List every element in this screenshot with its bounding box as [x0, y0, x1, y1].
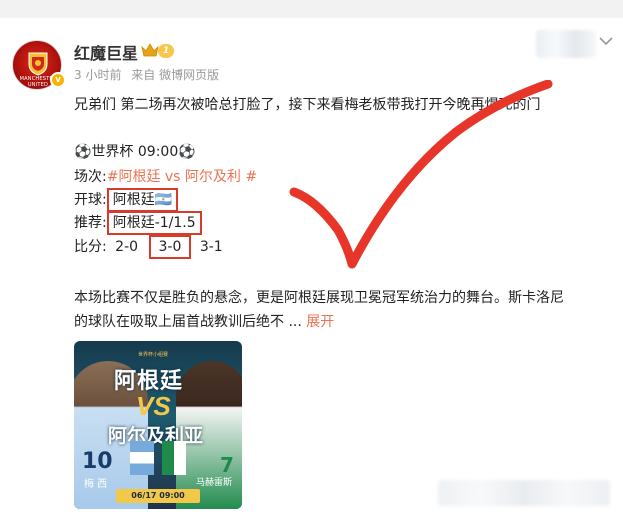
- match-label: 场次:: [74, 169, 107, 185]
- score-option-1: 2-0: [115, 239, 139, 255]
- post-body-line-2: 的球队在吸取上届首战教训后绝不 ... 展开: [74, 311, 334, 331]
- club-crest-icon: [28, 52, 48, 76]
- score-option-2: 3-0: [148, 235, 192, 259]
- post-line-2: ⚽世界杯 09:00⚽: [74, 144, 196, 160]
- algeria-flag-icon: [162, 441, 186, 475]
- match-row: 场次:#阿根廷 vs 阿尔及利 #: [74, 166, 257, 186]
- verified-badge-icon: v: [50, 72, 66, 88]
- tip-row: 推荐: 阿根廷-1/1.5: [74, 211, 202, 235]
- image-cup-text: 世界杯小组赛: [138, 352, 169, 358]
- post-body-text: 的球队在吸取上届首战教训后绝不 ...: [74, 314, 302, 330]
- post-meta: 3 小时前 来自 微博网页版: [74, 66, 225, 83]
- expand-link[interactable]: 展开: [306, 314, 334, 330]
- username[interactable]: 红魔巨星: [74, 40, 138, 64]
- blurred-watermark: [438, 480, 610, 506]
- image-date: 06/17 09:00: [116, 489, 200, 503]
- image-title-team-b: 阿尔及利亚: [108, 425, 204, 447]
- post-time: 3 小时前: [74, 68, 122, 82]
- image-number-right: 7: [220, 453, 234, 477]
- score-option-3: 3-1: [199, 239, 223, 255]
- post-image[interactable]: 世界杯小组赛 阿根廷 VS 阿尔及利亚 10 7 梅 西 马赫雷斯 06/17 …: [74, 341, 242, 509]
- score-row: 比分: 2-0 3-0 3-1: [74, 235, 223, 259]
- crown-icon: [141, 43, 159, 57]
- kickoff-value: 阿根廷🇦🇷: [106, 188, 179, 212]
- tip-label: 推荐:: [74, 215, 107, 231]
- image-number-left: 10: [82, 449, 113, 474]
- kickoff-label: 开球:: [74, 192, 107, 208]
- tip-value: 阿根廷-1/1.5: [106, 211, 202, 235]
- level-badge: 1: [158, 44, 175, 58]
- top-strip: [0, 0, 623, 18]
- match-hashtag[interactable]: #阿根廷 vs 阿尔及利 #: [107, 169, 257, 185]
- score-label: 比分:: [74, 239, 107, 255]
- red-checkmark-icon: [289, 80, 553, 269]
- chevron-down-icon[interactable]: [599, 36, 613, 46]
- post-body-line-1: 本场比赛不仅是胜负的悬念，更是阿根廷展现卫冕冠军统治力的舞台。斯卡洛尼: [74, 290, 564, 306]
- blurred-button[interactable]: [536, 30, 596, 58]
- kickoff-row: 开球: 阿根廷🇦🇷: [74, 188, 179, 212]
- image-vs: VS: [136, 391, 171, 421]
- image-player-left: 梅 西: [84, 479, 108, 490]
- post-source: 来自 微博网页版: [131, 68, 220, 82]
- image-player-right: 马赫雷斯: [196, 478, 233, 488]
- argentina-flag-icon: [130, 441, 154, 475]
